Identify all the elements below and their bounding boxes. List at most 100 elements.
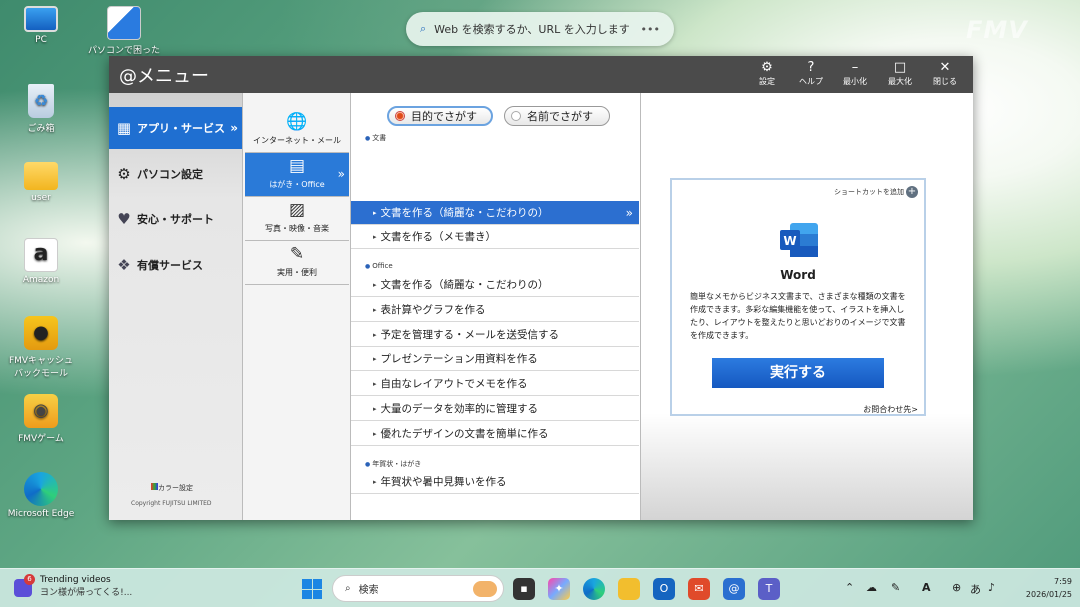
list-item[interactable]: プレゼンテーション用資料を作る <box>351 347 639 371</box>
desktop-icon-label: FMVゲーム <box>18 434 64 444</box>
run-button[interactable]: 実行する <box>712 358 884 388</box>
list-item-label: 文書を作る（綺麗な・こだわりの） <box>380 207 549 219</box>
maximize-button[interactable]: □ 最大化 <box>881 60 919 87</box>
detail-panel: ショートカットを追加 + W Word 簡単なメモからビジネス文書まで、さまざまな… <box>641 93 973 520</box>
taskbar-search[interactable]: ⌕ 検索 <box>332 575 504 602</box>
news-subtitle: ヨン様が帰ってくる!... <box>40 588 133 598</box>
help-button[interactable]: ? ヘルプ <box>792 60 830 87</box>
list-item[interactable]: 文書を作る（綺麗な・こだわりの） <box>351 273 639 297</box>
close-icon: ✕ <box>939 60 951 75</box>
desktop-icon-recycle-bin[interactable]: ♻ ごみ箱 <box>5 84 77 134</box>
category-safety-support[interactable]: ♥ 安心・サポート <box>109 198 242 240</box>
color-setting-link[interactable]: カラー設定 <box>151 483 193 493</box>
help-label: ヘルプ <box>799 77 823 86</box>
add-shortcut-button[interactable]: ショートカットを追加 + <box>834 186 918 198</box>
category-apps-services[interactable]: ▦ アプリ・サービス » <box>109 107 242 149</box>
subcategory-label: 写真・映像・音楽 <box>265 224 329 233</box>
clock[interactable]: 7:59 2026/01/25 <box>1010 575 1072 601</box>
desktop-icon-cashback[interactable]: ● FMVキャッシュバックモール <box>5 316 77 379</box>
category-paid-services[interactable]: ❖ 有償サービス <box>109 244 242 286</box>
category-pc-settings[interactable]: ⚙ パソコン設定 <box>109 153 242 195</box>
subcategory-label: インターネット・メール <box>253 136 341 145</box>
list-item[interactable]: 自由なレイアウトでメモを作る <box>351 372 639 396</box>
list-item[interactable]: 年賀状や暑中見舞いを作る <box>351 470 639 494</box>
list-item[interactable]: 文書を作る（綺麗な・こだわりの） » <box>351 201 639 225</box>
recycle-bin-icon: ♻ <box>28 84 54 118</box>
more-icon[interactable]: ••• <box>641 23 660 36</box>
network-icon[interactable]: ⊕ <box>952 581 961 594</box>
at-menu-icon[interactable]: @ <box>723 578 745 600</box>
list-item[interactable]: 文書を作る（メモ書き） <box>351 225 639 249</box>
taskbar-search-placeholder: 検索 <box>358 585 379 596</box>
file-explorer-icon[interactable] <box>618 578 640 600</box>
desktop-icon-user[interactable]: user <box>5 162 77 203</box>
chevron-right-icon: » <box>337 167 345 181</box>
outlook-icon[interactable]: O <box>653 578 675 600</box>
time: 7:59 <box>1054 577 1072 586</box>
web-search-bar[interactable]: ⌕ Web を検索するか、URL を入力します ••• <box>406 12 674 46</box>
news-title: Trending videos <box>40 575 111 585</box>
date: 2026/01/25 <box>1025 590 1072 599</box>
pen-icon[interactable]: ✎ <box>891 581 900 594</box>
svg-text:W: W <box>783 234 796 248</box>
subcategory-internet-mail[interactable]: 🌐 インターネット・メール <box>245 109 349 153</box>
grid-icon: ▦ <box>116 119 132 137</box>
add-shortcut-label: ショートカットを追加 <box>834 188 904 196</box>
desktop-icon-edge[interactable]: Microsoft Edge <box>5 472 77 519</box>
subcategory-photo-music[interactable]: ▨ 写真・映像・音楽 <box>245 197 349 241</box>
section-heading: 年賀状・はがき <box>365 459 421 469</box>
radio-selected-icon <box>395 111 405 121</box>
category-label: 有償サービス <box>137 259 203 272</box>
tray-overflow-icon[interactable]: ⌃ <box>845 581 854 594</box>
word-logo-icon: W <box>780 223 818 257</box>
ime-indicator[interactable]: A <box>922 581 931 594</box>
subcategory-utilities[interactable]: ✎ 実用・便利 <box>245 241 349 285</box>
desktop-icon-pc[interactable]: PC <box>5 6 77 45</box>
start-button[interactable] <box>302 579 322 599</box>
volume-icon[interactable]: ♪ <box>988 581 995 594</box>
sync-icon[interactable]: ☁ <box>866 581 877 594</box>
globe-mail-icon: 🌐 <box>286 112 308 132</box>
search-by-purpose-toggle[interactable]: 目的でさがす <box>387 106 493 126</box>
desktop-icon-amazon[interactable]: a Amazon <box>5 238 77 285</box>
document-icon: ▤ <box>288 156 306 176</box>
copyright: Copyright FUJITSU LIMITED <box>131 500 212 507</box>
list-item-label: 年賀状や暑中見舞いを作る <box>380 476 507 488</box>
taskbar: 6 Trending videos ヨン様が帰ってくる!... ⌕ 検索 ▪ ✦ … <box>0 568 1080 607</box>
desktop-icon-label: PC <box>35 35 47 45</box>
help-icon: ? <box>807 60 815 75</box>
list-item-label: プレゼンテーション用資料を作る <box>380 353 538 365</box>
paid-service-icon: ❖ <box>117 256 131 274</box>
news-widget[interactable]: 6 Trending videos ヨン様が帰ってくる!... <box>14 574 133 598</box>
settings-button[interactable]: ⚙ 設定 <box>748 60 786 87</box>
teams-icon[interactable]: T <box>758 578 780 600</box>
section-heading: 文書 <box>365 133 386 143</box>
chevron-right-icon: » <box>230 121 238 135</box>
list-item-label: 予定を管理する・メールを送受信する <box>380 329 560 341</box>
cashback-piggy-icon: ● <box>24 316 58 350</box>
close-button[interactable]: ✕ 閉じる <box>926 60 964 87</box>
inquiry-link[interactable]: お問合わせ先> <box>863 404 918 415</box>
list-item-label: 自由なレイアウトでメモを作る <box>380 378 528 390</box>
ime-mode[interactable]: あ <box>970 581 981 597</box>
search-by-name-toggle[interactable]: 名前でさがす <box>504 106 610 126</box>
copilot-icon[interactable]: ✦ <box>548 578 570 600</box>
desktop-icon-game[interactable]: ◉ FMVゲーム <box>5 394 77 444</box>
category-label: アプリ・サービス <box>137 122 225 135</box>
category-label: パソコン設定 <box>137 168 203 181</box>
close-label: 閉じる <box>933 77 957 86</box>
mail-app-icon[interactable]: ✉ <box>688 578 710 600</box>
list-item[interactable]: 表計算やグラフを作る <box>351 298 639 322</box>
amazon-icon: a <box>24 238 58 272</box>
keyboard-pen-icon: ✎ <box>289 244 305 264</box>
subcategory-postcard-office[interactable]: ▤ はがき・Office » <box>245 153 349 197</box>
list-item[interactable]: 大量のデータを効率的に管理する <box>351 397 639 421</box>
list-item[interactable]: 優れたデザインの文書を簡単に作る <box>351 422 639 446</box>
edge-taskbar-icon[interactable] <box>583 578 605 600</box>
desktop-icon-label: FMVキャッシュバックモール <box>8 356 74 379</box>
title-bar[interactable]: @メニュー ⚙ 設定 ? ヘルプ – 最小化 □ 最大化 ✕ 閉じる <box>109 56 973 93</box>
task-view-icon[interactable]: ▪ <box>513 578 535 600</box>
list-item[interactable]: 予定を管理する・メールを送受信する <box>351 323 639 347</box>
desktop-icon-label: ごみ箱 <box>27 124 55 134</box>
minimize-button[interactable]: – 最小化 <box>836 60 874 87</box>
